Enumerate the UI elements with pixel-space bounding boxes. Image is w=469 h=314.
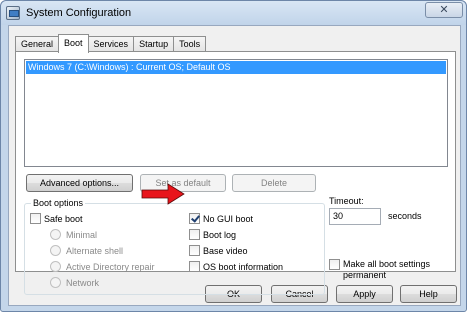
network-label: Network: [66, 277, 100, 288]
os-list[interactable]: Windows 7 (C:\Windows) : Current OS; Def…: [24, 59, 448, 167]
make-permanent-label: Make all boot settings permanent: [343, 259, 430, 281]
boot-log-label: Boot log: [203, 229, 237, 240]
active-directory-repair-radio[interactable]: [50, 261, 61, 272]
boot-log-checkbox[interactable]: [189, 229, 200, 240]
minimal-option[interactable]: Minimal: [50, 229, 97, 240]
minimal-radio[interactable]: [50, 229, 61, 240]
make-permanent-option[interactable]: Make all boot settings permanent: [329, 259, 430, 281]
alternate-shell-label: Alternate shell: [66, 245, 124, 256]
tab-startup[interactable]: Startup: [133, 36, 175, 52]
make-permanent-label-line1: Make all boot settings: [343, 259, 431, 269]
active-directory-repair-label: Active Directory repair: [66, 261, 155, 272]
tab-services[interactable]: Services: [87, 36, 135, 52]
alternate-shell-option[interactable]: Alternate shell: [50, 245, 123, 256]
delete-button[interactable]: Delete: [232, 174, 316, 192]
base-video-checkbox[interactable]: [189, 245, 200, 256]
window-title: System Configuration: [26, 7, 132, 19]
alternate-shell-radio[interactable]: [50, 245, 61, 256]
active-directory-repair-option[interactable]: Active Directory repair: [50, 261, 155, 272]
safe-boot-checkbox[interactable]: [30, 213, 41, 224]
make-permanent-checkbox[interactable]: [329, 259, 340, 270]
close-button[interactable]: ✕: [425, 2, 463, 18]
tab-general[interactable]: General: [15, 36, 60, 52]
close-icon: ✕: [439, 3, 449, 16]
boot-options-title: Boot options: [31, 198, 86, 208]
make-permanent-label-line2: permanent: [343, 270, 387, 280]
no-gui-boot-checkbox[interactable]: [189, 213, 200, 224]
system-configuration-window: System Configuration ✕ General Boot Serv…: [0, 0, 467, 312]
base-video-option[interactable]: Base video: [189, 245, 248, 256]
tab-tools[interactable]: Tools: [173, 36, 207, 52]
os-boot-information-option[interactable]: OS boot information: [189, 261, 283, 272]
apply-button[interactable]: Apply: [336, 285, 393, 303]
boot-log-option[interactable]: Boot log: [189, 229, 236, 240]
network-radio[interactable]: [50, 277, 61, 288]
timeout-label: Timeout:: [329, 196, 364, 206]
tab-boot[interactable]: Boot: [58, 34, 89, 53]
base-video-label: Base video: [203, 245, 248, 256]
help-button[interactable]: Help: [400, 285, 457, 303]
title-bar[interactable]: System Configuration ✕: [1, 1, 466, 25]
no-gui-boot-label: No GUI boot: [203, 213, 254, 224]
os-boot-information-label: OS boot information: [203, 261, 284, 272]
os-boot-information-checkbox[interactable]: [189, 261, 200, 272]
no-gui-boot-option[interactable]: No GUI boot: [189, 213, 253, 224]
safe-boot-option[interactable]: Safe boot: [30, 213, 83, 224]
msconfig-app-icon: [6, 6, 20, 20]
safe-boot-label: Safe boot: [44, 213, 83, 224]
tab-strip: General Boot Services Startup Tools: [15, 34, 207, 53]
os-list-item-selected[interactable]: Windows 7 (C:\Windows) : Current OS; Def…: [26, 61, 446, 74]
red-arrow-annotation: [141, 183, 185, 205]
timeout-units-label: seconds: [388, 211, 422, 221]
minimal-label: Minimal: [66, 229, 98, 240]
dialog-client-area: General Boot Services Startup Tools Wind…: [8, 25, 461, 306]
advanced-options-button[interactable]: Advanced options...: [26, 174, 133, 192]
boot-tab-panel: Windows 7 (C:\Windows) : Current OS; Def…: [15, 51, 456, 295]
network-option[interactable]: Network: [50, 277, 99, 288]
timeout-input[interactable]: 30: [329, 208, 381, 225]
